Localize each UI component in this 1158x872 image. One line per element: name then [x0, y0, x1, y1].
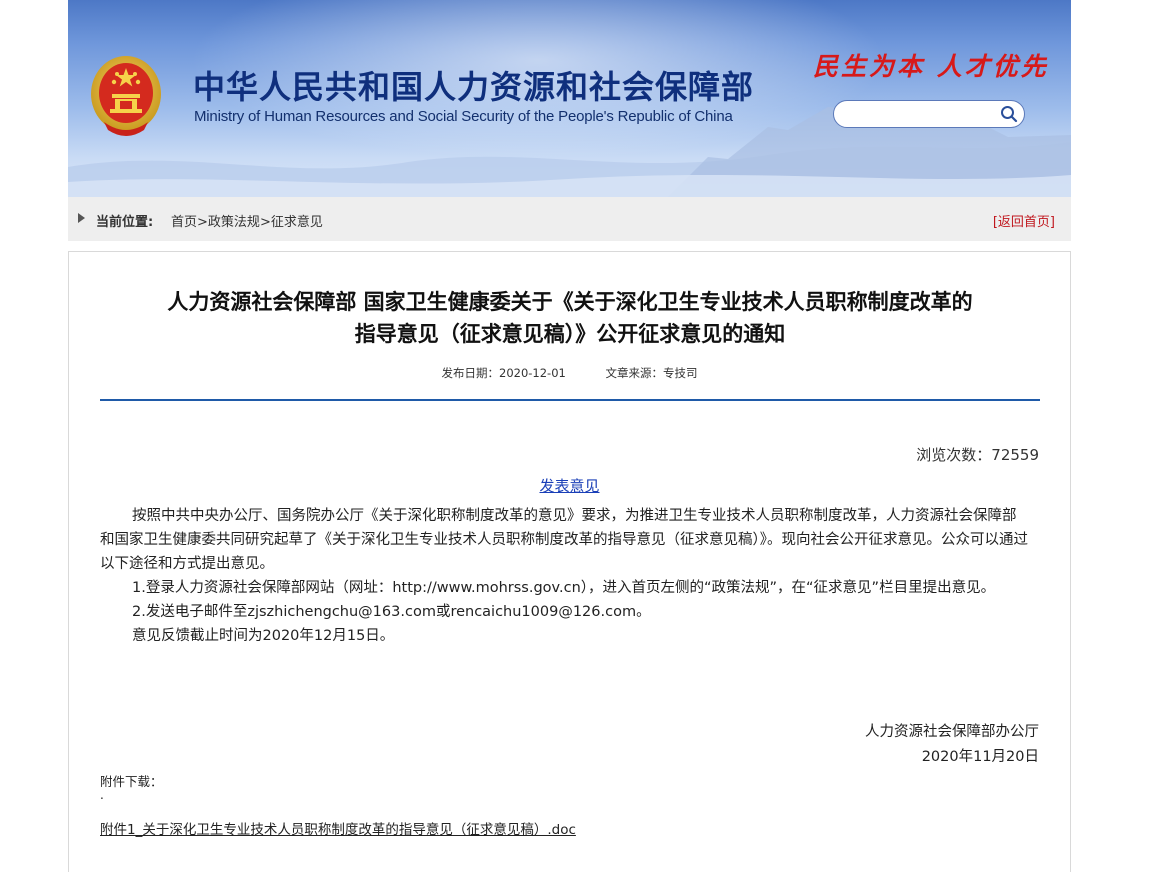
search-box	[833, 100, 1025, 128]
article-panel: 人力资源社会保障部 国家卫生健康委关于《关于深化卫生专业技术人员职称制度改革的 …	[68, 251, 1071, 872]
article-paragraph: 意见反馈截止时间为2020年12月15日。	[132, 628, 395, 644]
article-paragraph: 按照中共中央办公厅、国务院办公厅《关于深化职称制度改革的意见》要求，为推进卫生专…	[100, 508, 1028, 572]
signature-org: 人力资源社会保障部办公厅	[865, 724, 1039, 740]
national-emblem-icon	[91, 56, 161, 136]
signature: 人力资源社会保障部办公厅 2020年11月20日	[865, 720, 1039, 770]
page: 中华人民共和国人力资源和社会保障部 Ministry of Human Reso…	[68, 0, 1071, 872]
breadcrumb-separator: >	[259, 215, 271, 230]
site-title-en: Ministry of Human Resources and Social S…	[194, 108, 733, 125]
view-count: 浏览次数：72559	[916, 446, 1039, 464]
search-icon[interactable]	[1000, 105, 1018, 123]
arrow-right-icon	[78, 213, 85, 223]
breadcrumb-separator: >	[197, 215, 208, 230]
breadcrumb-item-home[interactable]: 首页	[171, 215, 197, 230]
site-slogan: 民生为本 人才优先	[813, 52, 1049, 81]
article-title-line1: 人力资源社会保障部 国家卫生健康委关于《关于深化卫生专业技术人员职称制度改革的	[167, 290, 973, 314]
article-paragraph: 1.登录人力资源社会保障部网站（网址：http://www.mohrss.gov…	[132, 580, 996, 596]
attachment-download-link[interactable]: 附件1_关于深化卫生专业技术人员职称制度改革的指导意见（征求意见稿）.doc	[100, 818, 576, 838]
publish-date: 发布日期：2020-12-01	[441, 366, 566, 380]
article-title-line2: 指导意见（征求意见稿）》公开征求意见的通知	[354, 322, 786, 346]
back-home-link[interactable]: [返回首页]	[993, 211, 1055, 230]
article-title: 人力资源社会保障部 国家卫生健康委关于《关于深化卫生专业技术人员职称制度改革的 …	[89, 286, 1051, 350]
site-header: 中华人民共和国人力资源和社会保障部 Ministry of Human Reso…	[68, 0, 1071, 197]
post-comment-link[interactable]: 发表意见	[539, 477, 599, 495]
breadcrumb: 首页>政策法规>征求意见	[171, 211, 323, 230]
attachment-label: 附件下载：	[100, 774, 163, 789]
search-input[interactable]	[844, 103, 998, 125]
breadcrumb-item-consultation[interactable]: 征求意见	[271, 215, 323, 230]
title-divider	[100, 399, 1040, 401]
breadcrumb-label: 当前位置:	[96, 215, 154, 230]
article-source: 文章来源：专技司	[605, 366, 698, 380]
attachment-separator: .	[100, 788, 104, 802]
article-body: 按照中共中央办公厅、国务院办公厅《关于深化职称制度改革的意见》要求，为推进卫生专…	[100, 504, 1030, 648]
site-title-cn: 中华人民共和国人力资源和社会保障部	[193, 68, 755, 106]
breadcrumb-bar: 当前位置: 首页>政策法规>征求意见 [返回首页]	[68, 197, 1071, 241]
breadcrumb-item-policy[interactable]: 政策法规	[208, 215, 260, 230]
article-paragraph: 2.发送电子邮件至zjszhichengchu@163.com或rencaich…	[132, 604, 651, 620]
signature-date: 2020年11月20日	[921, 749, 1039, 765]
article-meta: 发布日期：2020-12-01 文章来源：专技司	[69, 365, 1070, 381]
